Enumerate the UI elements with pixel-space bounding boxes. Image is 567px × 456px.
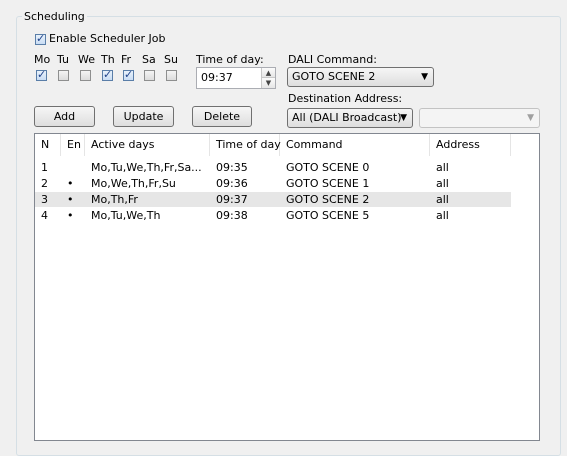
time-of-day-value[interactable]: 09:37	[201, 71, 233, 85]
check-icon: ✓	[124, 68, 134, 81]
day-label-fr: Fr	[121, 53, 132, 66]
time-of-day-spinner[interactable]: 09:37 ▲ ▼	[196, 67, 276, 89]
column-header-command[interactable]: Command	[280, 134, 430, 156]
day-checkbox-fr[interactable]: ✓	[123, 68, 134, 81]
row-n: 2	[41, 177, 48, 190]
day-label-th: Th	[101, 53, 115, 66]
column-header-n[interactable]: N	[35, 134, 61, 156]
day-checkbox-su[interactable]	[166, 70, 177, 81]
day-label-mo: Mo	[34, 53, 51, 66]
row-n: 4	[41, 209, 48, 222]
row-n: 1	[41, 161, 48, 174]
table-row-selected[interactable]: 3 • Mo,Th,Fr 09:37 GOTO SCENE 2 all	[35, 192, 511, 207]
row-address: all	[436, 209, 449, 222]
row-active-days: Mo,Tu,We,Th	[91, 209, 161, 222]
row-command: GOTO SCENE 0	[286, 161, 370, 174]
day-checkbox-we[interactable]	[80, 70, 91, 81]
row-n: 3	[41, 193, 48, 206]
day-label-su: Su	[164, 53, 178, 66]
check-icon: ✓	[103, 68, 113, 81]
row-enabled: •	[67, 177, 74, 190]
destination-address-label: Destination Address:	[288, 92, 403, 105]
check-icon: ✓	[36, 32, 46, 45]
dali-command-label: DALI Command:	[288, 53, 377, 66]
add-button[interactable]: Add	[34, 106, 95, 127]
chevron-down-icon: ▼	[421, 72, 428, 82]
column-header-address[interactable]: Address	[430, 134, 511, 156]
row-address: all	[436, 161, 449, 174]
delete-button[interactable]: Delete	[192, 106, 252, 127]
row-time: 09:35	[216, 161, 248, 174]
row-command: GOTO SCENE 1	[286, 177, 370, 190]
row-active-days: Mo,Th,Fr	[91, 193, 138, 206]
check-icon: ✓	[37, 68, 47, 81]
destination-address-value: All (DALI Broadcast)	[292, 111, 402, 124]
day-checkbox-sa[interactable]	[144, 70, 155, 81]
row-command: GOTO SCENE 2	[286, 193, 370, 206]
row-active-days: Mo,We,Th,Fr,Su	[91, 177, 176, 190]
day-checkbox-th[interactable]: ✓	[102, 68, 113, 81]
row-active-days: Mo,Tu,We,Th,Fr,Sa...	[91, 161, 202, 174]
spin-down-icon[interactable]: ▼	[261, 78, 275, 88]
group-title: Scheduling	[22, 10, 87, 24]
day-label-sa: Sa	[142, 53, 156, 66]
column-header-active-days[interactable]: Active days	[85, 134, 210, 156]
day-checkbox-mo[interactable]: ✓	[36, 68, 47, 81]
row-time: 09:37	[216, 193, 248, 206]
dali-command-value: GOTO SCENE 2	[292, 70, 376, 83]
enable-scheduler-checkbox[interactable]: ✓	[35, 32, 46, 45]
update-button[interactable]: Update	[113, 106, 174, 127]
destination-address-dropdown[interactable]: All (DALI Broadcast) ▼	[287, 108, 413, 128]
schedule-list[interactable]: N En Active days Time of day Command Add…	[34, 133, 540, 441]
row-enabled: •	[67, 209, 74, 222]
dali-command-dropdown[interactable]: GOTO SCENE 2 ▼	[287, 67, 434, 87]
chevron-down-icon: ▼	[400, 113, 407, 123]
column-header-time-of-day[interactable]: Time of day	[210, 134, 281, 156]
day-label-tu: Tu	[57, 53, 70, 66]
row-time: 09:38	[216, 209, 248, 222]
row-command: GOTO SCENE 5	[286, 209, 370, 222]
chevron-down-icon: ▼	[527, 113, 534, 123]
day-label-we: We	[78, 53, 95, 66]
row-time: 09:36	[216, 177, 248, 190]
day-checkbox-tu[interactable]	[58, 70, 69, 81]
column-header-en[interactable]: En	[61, 134, 85, 156]
time-of-day-label: Time of day:	[196, 53, 264, 66]
destination-extra-dropdown[interactable]: ▼	[419, 108, 540, 128]
row-address: all	[436, 177, 449, 190]
table-row[interactable]: 2 • Mo,We,Th,Fr,Su 09:36 GOTO SCENE 1 al…	[35, 176, 511, 191]
table-row[interactable]: 4 • Mo,Tu,We,Th 09:38 GOTO SCENE 5 all	[35, 208, 511, 223]
row-address: all	[436, 193, 449, 206]
row-enabled: •	[67, 193, 74, 206]
spin-up-icon[interactable]: ▲	[261, 68, 275, 78]
table-row[interactable]: 1 Mo,Tu,We,Th,Fr,Sa... 09:35 GOTO SCENE …	[35, 160, 511, 175]
list-header: N En Active days Time of day Command Add…	[35, 134, 539, 156]
enable-scheduler-label: Enable Scheduler Job	[49, 32, 166, 45]
